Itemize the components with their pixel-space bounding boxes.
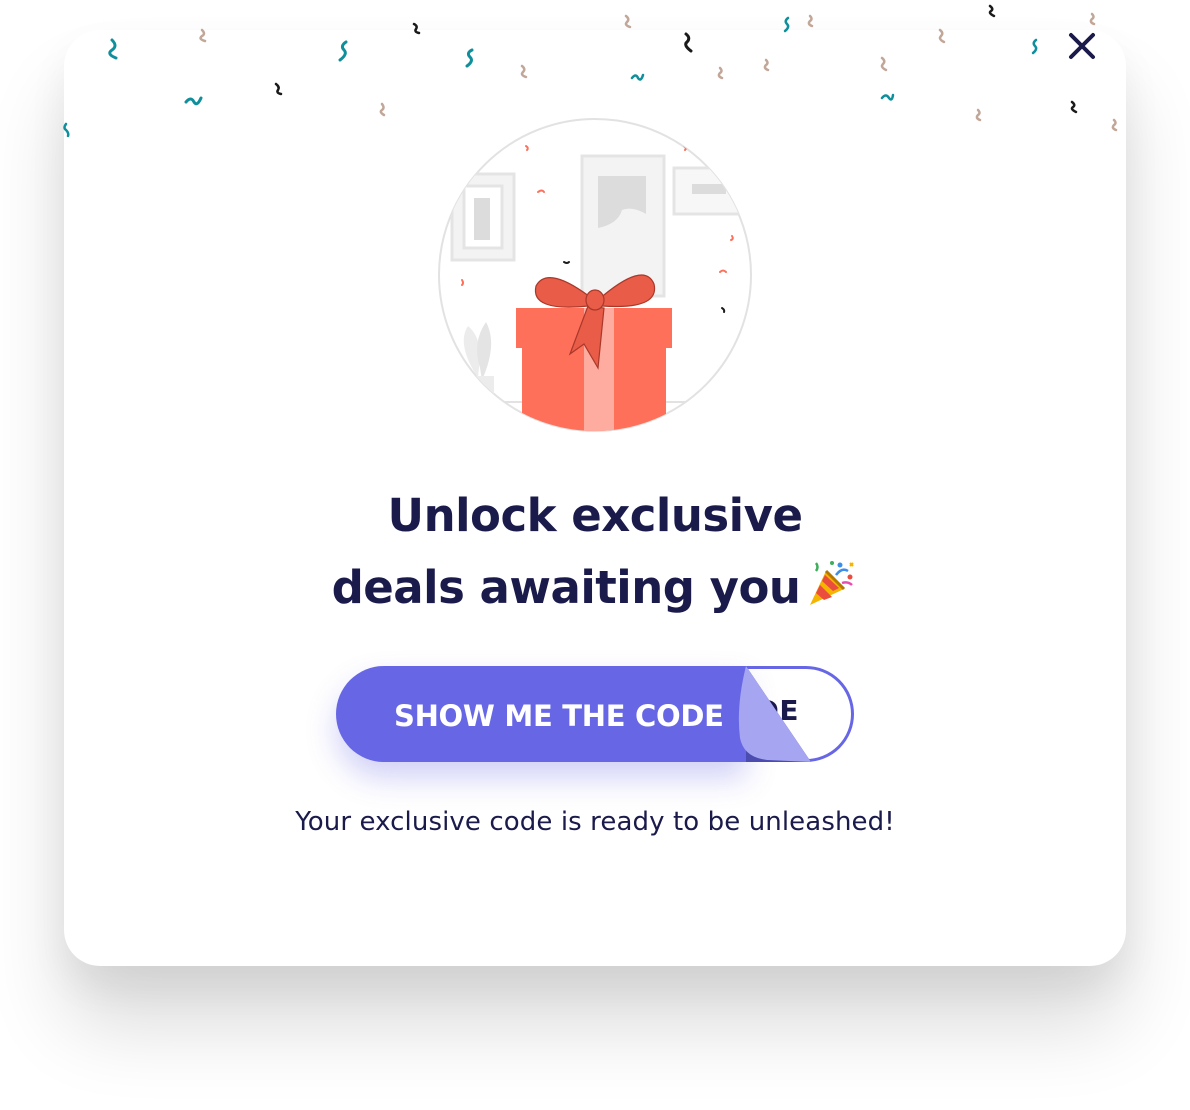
coupon-code-text: DE — [755, 693, 799, 727]
subtext: Your exclusive code is ready to be unlea… — [295, 807, 895, 837]
code-reveal-widget[interactable]: DE SHOW ME THE CODE — [336, 666, 854, 762]
show-code-button-label: SHOW ME THE CODE — [394, 699, 724, 733]
gift-box-icon — [438, 118, 752, 432]
popup-stage: Unlock exclusive deals awaiting you DE S… — [0, 0, 1190, 1110]
close-icon — [1069, 33, 1095, 59]
headline-line-1: Unlock exclusive — [387, 489, 803, 542]
close-button[interactable] — [1062, 26, 1102, 66]
show-code-button[interactable]: SHOW ME THE CODE — [336, 666, 746, 762]
headline-line-2: deals awaiting you — [331, 561, 801, 614]
headline: Unlock exclusive deals awaiting you — [195, 480, 995, 624]
party-popper-icon — [810, 561, 855, 605]
